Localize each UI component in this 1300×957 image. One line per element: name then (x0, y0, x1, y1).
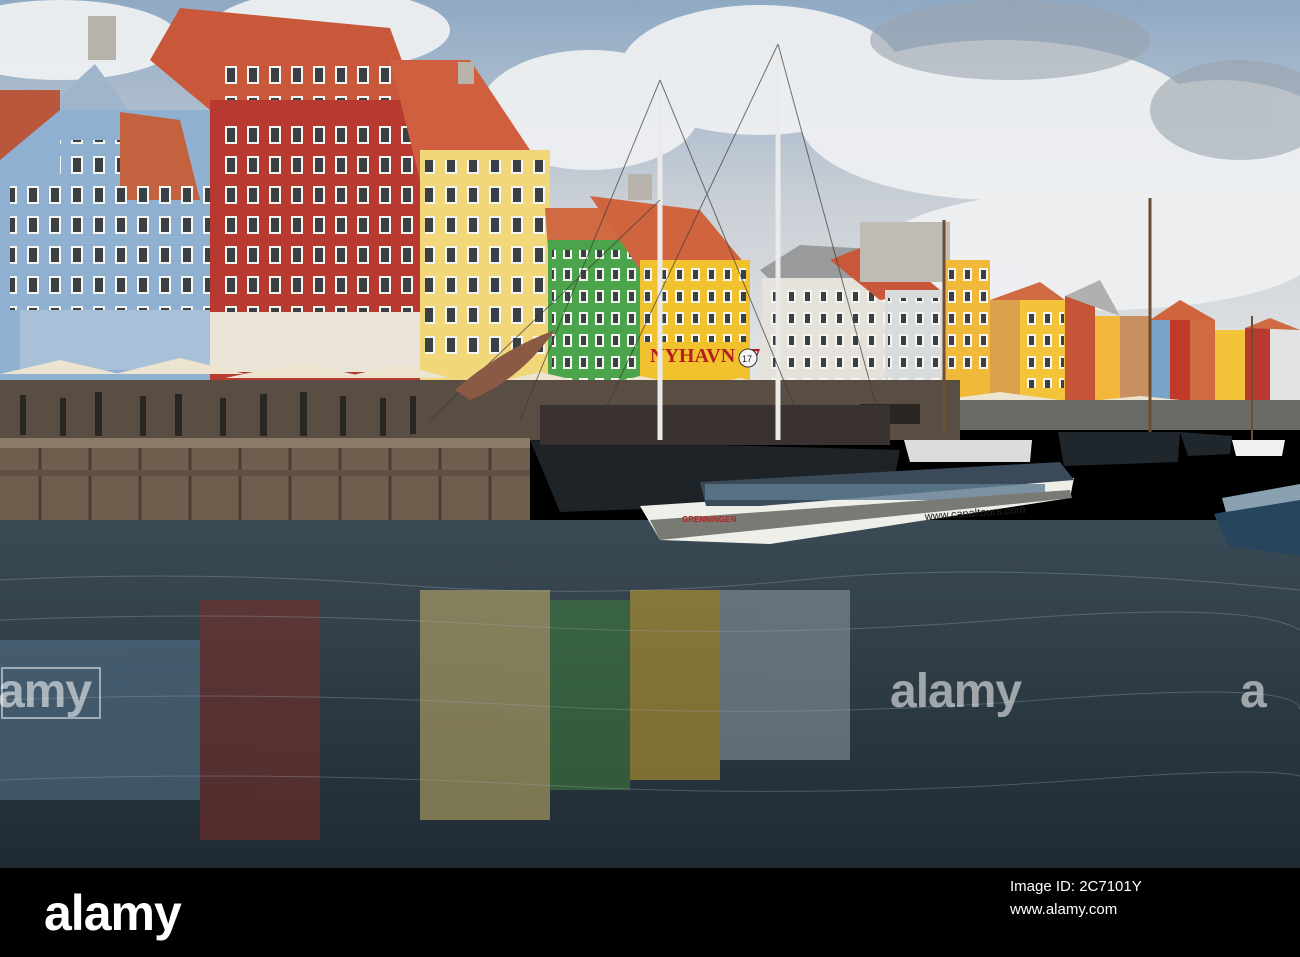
building-sign-number: 17 (742, 354, 752, 364)
watermark-right: a (1240, 665, 1267, 718)
alamy-logo[interactable]: alamy (44, 884, 182, 942)
watermark-left: alamy (0, 665, 92, 718)
stock-photo-page: NYHAVN 17 17 GRENNINGEN www.canaltours.c… (0, 0, 1300, 957)
image-id: Image ID: 2C7101Y (1010, 878, 1142, 895)
watermark-center: alamy (890, 665, 1022, 718)
nyhavn-canal-photo: NYHAVN 17 17 GRENNINGEN www.canaltours.c… (0, 0, 1300, 868)
boat-sign-name: GRENNINGEN (682, 515, 736, 524)
site-url[interactable]: www.alamy.com (1010, 901, 1117, 918)
